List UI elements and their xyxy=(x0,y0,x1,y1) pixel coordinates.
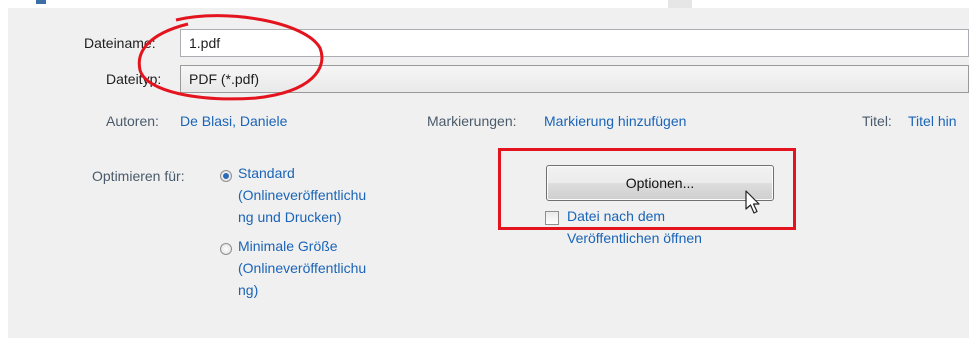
tags-value[interactable]: Markierung hinzufügen xyxy=(544,113,686,129)
title-label: Titel: xyxy=(862,113,892,129)
radio-standard-label[interactable]: Standard (Onlineveröffentlichu ng und Dr… xyxy=(238,162,366,228)
highlight-ellipse xyxy=(137,14,324,101)
radio-standard[interactable] xyxy=(220,170,232,182)
authors-value[interactable]: De Blasi, Daniele xyxy=(180,113,287,129)
highlight-rectangle xyxy=(498,148,796,230)
optimize-label: Optimieren für: xyxy=(92,168,185,184)
radio-minimal-size-label[interactable]: Minimale Größe (Onlineveröffentlichu ng) xyxy=(238,235,366,301)
radio-minimal-size[interactable] xyxy=(220,243,232,255)
mouse-cursor-icon xyxy=(745,190,760,214)
window-icon xyxy=(36,0,46,4)
title-value[interactable]: Titel hin xyxy=(908,113,957,129)
authors-label: Autoren: xyxy=(106,113,159,129)
tags-label: Markierungen: xyxy=(427,113,517,129)
